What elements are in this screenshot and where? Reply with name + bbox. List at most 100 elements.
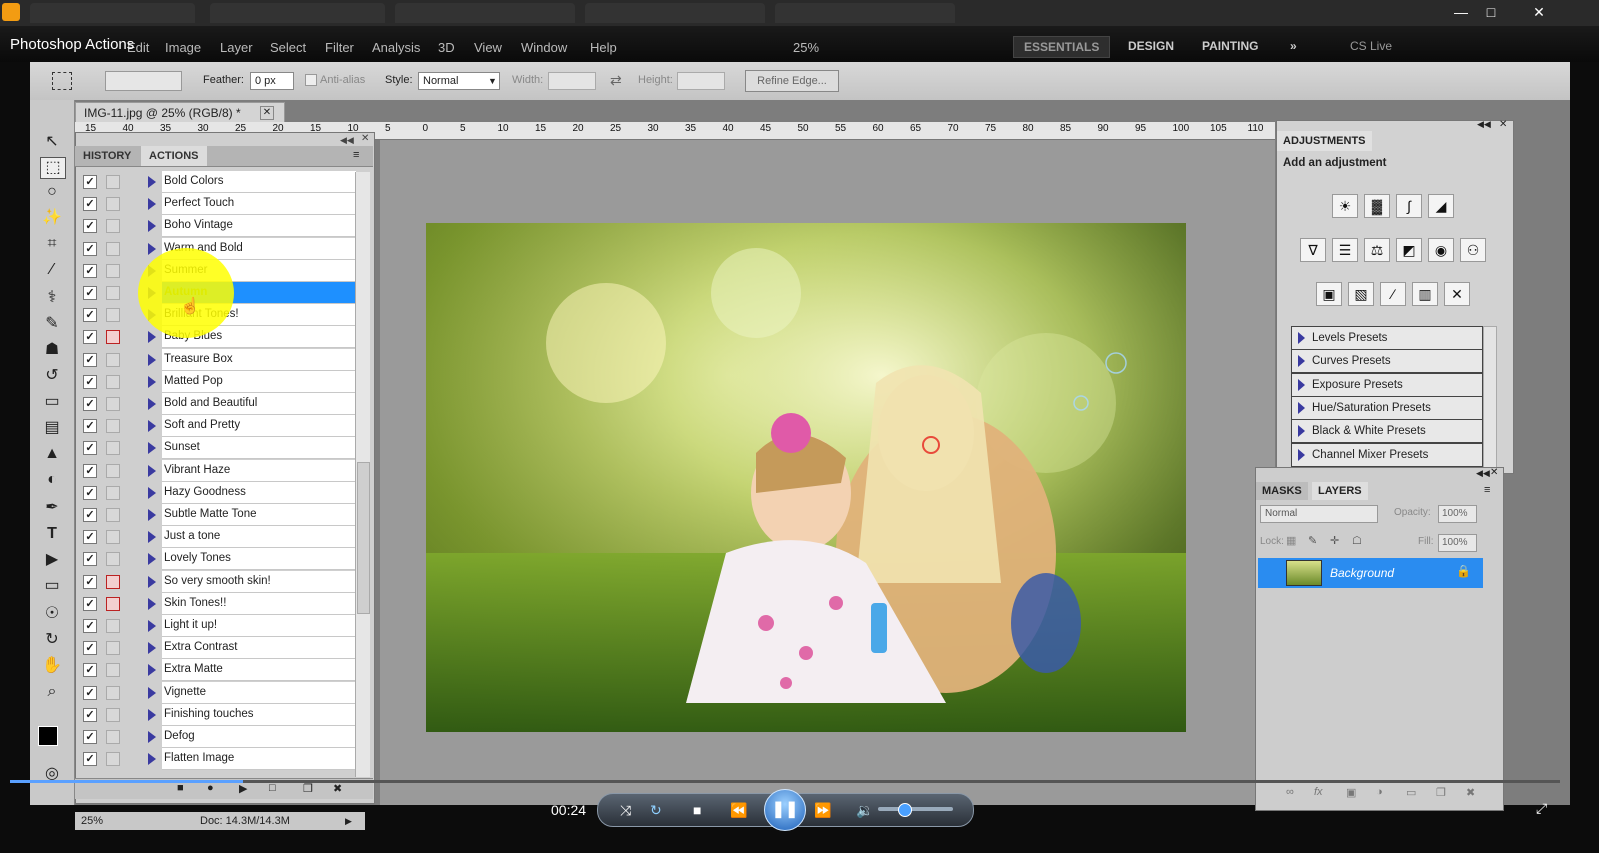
path-select-icon[interactable]: ▶ bbox=[40, 550, 64, 570]
expand-triangle-icon[interactable] bbox=[148, 264, 156, 277]
volume-thumb[interactable] bbox=[898, 803, 912, 817]
posterize-icon[interactable]: ▧ bbox=[1348, 282, 1374, 306]
expand-triangle-icon[interactable] bbox=[148, 486, 156, 499]
expand-triangle-icon[interactable] bbox=[148, 398, 156, 410]
dialog-toggle-icon[interactable] bbox=[106, 308, 120, 323]
fast-forward-icon[interactable]: ⏩ bbox=[814, 800, 831, 820]
action-name[interactable]: Baby Blues bbox=[162, 326, 356, 349]
selective-color-icon[interactable]: ✕ bbox=[1444, 282, 1470, 306]
panel-menu-icon[interactable]: ≡ bbox=[1484, 484, 1490, 496]
expand-triangle-icon[interactable] bbox=[148, 753, 156, 766]
pen-tool-icon[interactable]: ✒ bbox=[40, 498, 64, 518]
action-name[interactable]: Bold Colors bbox=[162, 171, 356, 193]
rewind-icon[interactable]: ⏪ bbox=[730, 800, 747, 820]
fx-icon[interactable]: fx bbox=[1314, 786, 1323, 798]
volume-icon[interactable]: 🔉 bbox=[856, 800, 873, 820]
menu-view[interactable]: View bbox=[474, 40, 502, 55]
check-icon[interactable]: ✓ bbox=[83, 374, 97, 389]
dialog-toggle-icon[interactable] bbox=[106, 619, 120, 633]
action-row[interactable]: ✓ Just a tone bbox=[78, 526, 356, 549]
action-row[interactable]: ✓ Vignette bbox=[78, 681, 356, 704]
3d-orbit-icon[interactable]: ↻ bbox=[40, 630, 64, 650]
action-name[interactable]: Vignette bbox=[162, 681, 356, 704]
action-row[interactable]: ✓ Hazy Goodness bbox=[78, 481, 356, 504]
action-row[interactable]: ✓ Boho Vintage bbox=[78, 215, 356, 238]
menu-filter[interactable]: Filter bbox=[325, 40, 354, 55]
action-row[interactable]: ✓ Vibrant Haze bbox=[78, 459, 356, 482]
check-icon[interactable]: ✓ bbox=[83, 397, 97, 411]
expand-triangle-icon[interactable] bbox=[1298, 355, 1305, 368]
presets-scrollbar[interactable] bbox=[1483, 326, 1497, 468]
photo-filter-icon[interactable]: ◉ bbox=[1428, 238, 1454, 262]
preset-item[interactable]: Curves Presets bbox=[1291, 349, 1483, 374]
move-tool-icon[interactable]: ↖ bbox=[40, 132, 64, 152]
color-balance-icon[interactable]: ⚖ bbox=[1364, 238, 1390, 262]
dialog-toggle-icon[interactable] bbox=[106, 485, 120, 500]
workspace-painting[interactable]: PAINTING bbox=[1192, 36, 1268, 56]
dialog-toggle-icon[interactable] bbox=[106, 175, 120, 189]
check-icon[interactable]: ✓ bbox=[83, 463, 97, 478]
volume-slider[interactable] bbox=[878, 803, 953, 817]
play-icon[interactable]: ▶ bbox=[345, 812, 352, 830]
lock-position-icon[interactable]: ✛ bbox=[1330, 534, 1339, 547]
stamp-tool-icon[interactable]: ☗ bbox=[40, 340, 64, 360]
fullscreen-icon[interactable]: ⤢ bbox=[1536, 800, 1547, 817]
eraser-icon[interactable]: ▭ bbox=[40, 392, 64, 412]
check-icon[interactable]: ✓ bbox=[83, 286, 97, 300]
3d-rotate-icon[interactable]: ☉ bbox=[40, 604, 64, 624]
check-icon[interactable]: ✓ bbox=[83, 752, 97, 767]
new-action-icon[interactable]: ❐ bbox=[303, 782, 313, 795]
action-row[interactable]: ✓ Perfect Touch bbox=[78, 193, 356, 216]
crop-tool-icon[interactable]: ⌗ bbox=[40, 234, 64, 254]
dialog-toggle-icon[interactable] bbox=[106, 197, 120, 212]
expand-triangle-icon[interactable] bbox=[1298, 332, 1305, 344]
dialog-toggle-icon[interactable] bbox=[106, 530, 120, 545]
expand-triangle-icon[interactable] bbox=[148, 375, 156, 388]
shuffle-icon[interactable]: ⤨ bbox=[620, 800, 631, 820]
dialog-toggle-icon[interactable] bbox=[106, 441, 120, 456]
dialog-toggle-icon[interactable] bbox=[106, 397, 120, 411]
zoom-tool-icon[interactable]: ⌕ bbox=[40, 682, 64, 702]
healing-brush-icon[interactable]: ⚕ bbox=[40, 288, 64, 308]
action-name[interactable]: Summer bbox=[162, 259, 356, 282]
maximize-icon[interactable]: □ bbox=[1477, 2, 1505, 22]
trash-icon[interactable]: ✖ bbox=[333, 782, 342, 795]
action-row[interactable]: ✓ Bold Colors bbox=[78, 171, 356, 193]
collapse-icon[interactable]: ◀◀ bbox=[340, 135, 354, 146]
chevron-down-icon[interactable]: ▼ bbox=[488, 76, 497, 86]
hue-saturation-icon[interactable]: ☰ bbox=[1332, 238, 1358, 262]
action-name[interactable]: Subtle Matte Tone bbox=[162, 504, 356, 526]
expand-triangle-icon[interactable] bbox=[148, 420, 156, 433]
expand-triangle-icon[interactable] bbox=[1298, 448, 1305, 461]
stop-icon[interactable]: ■ bbox=[693, 800, 701, 820]
expand-triangle-icon[interactable] bbox=[148, 642, 156, 655]
menu-image[interactable]: Image bbox=[165, 40, 201, 55]
menu-select[interactable]: Select bbox=[270, 40, 306, 55]
preset-item[interactable]: Channel Mixer Presets bbox=[1291, 442, 1483, 467]
lock-all-icon[interactable]: ☖ bbox=[1352, 534, 1362, 547]
tab-actions[interactable]: ACTIONS bbox=[141, 146, 207, 166]
action-name[interactable]: Extra Contrast bbox=[162, 637, 356, 660]
action-name[interactable]: Lovely Tones bbox=[162, 548, 356, 571]
preset-item[interactable]: Black & White Presets bbox=[1291, 419, 1483, 444]
action-name[interactable]: Finishing touches bbox=[162, 703, 356, 726]
dialog-toggle-icon[interactable] bbox=[106, 552, 120, 567]
magic-wand-icon[interactable]: ✨ bbox=[40, 208, 64, 228]
action-name[interactable]: Skin Tones!! bbox=[162, 592, 356, 615]
video-progress-track[interactable] bbox=[10, 780, 1560, 783]
expand-triangle-icon[interactable] bbox=[148, 242, 156, 255]
stop-icon[interactable]: ■ bbox=[177, 782, 184, 794]
curves-icon[interactable]: ∫ bbox=[1396, 194, 1422, 218]
preset-item[interactable]: Levels Presets bbox=[1291, 326, 1483, 350]
document-tab[interactable]: IMG-11.jpg @ 25% (RGB/8) * ✕ bbox=[75, 102, 285, 124]
action-row[interactable]: ✓ Skin Tones!! bbox=[78, 592, 356, 615]
dialog-toggle-icon[interactable] bbox=[106, 352, 120, 367]
action-name[interactable]: Warm and Bold bbox=[162, 237, 356, 260]
expand-triangle-icon[interactable] bbox=[1298, 425, 1305, 438]
marquee-tool-icon[interactable] bbox=[52, 72, 72, 90]
record-icon[interactable]: ● bbox=[207, 782, 214, 794]
action-row[interactable]: ✓ Brilliant Tones! bbox=[78, 304, 356, 327]
feather-input[interactable]: 0 px bbox=[250, 72, 294, 90]
check-icon[interactable]: ✓ bbox=[83, 641, 97, 656]
check-icon[interactable]: ✓ bbox=[83, 596, 97, 611]
